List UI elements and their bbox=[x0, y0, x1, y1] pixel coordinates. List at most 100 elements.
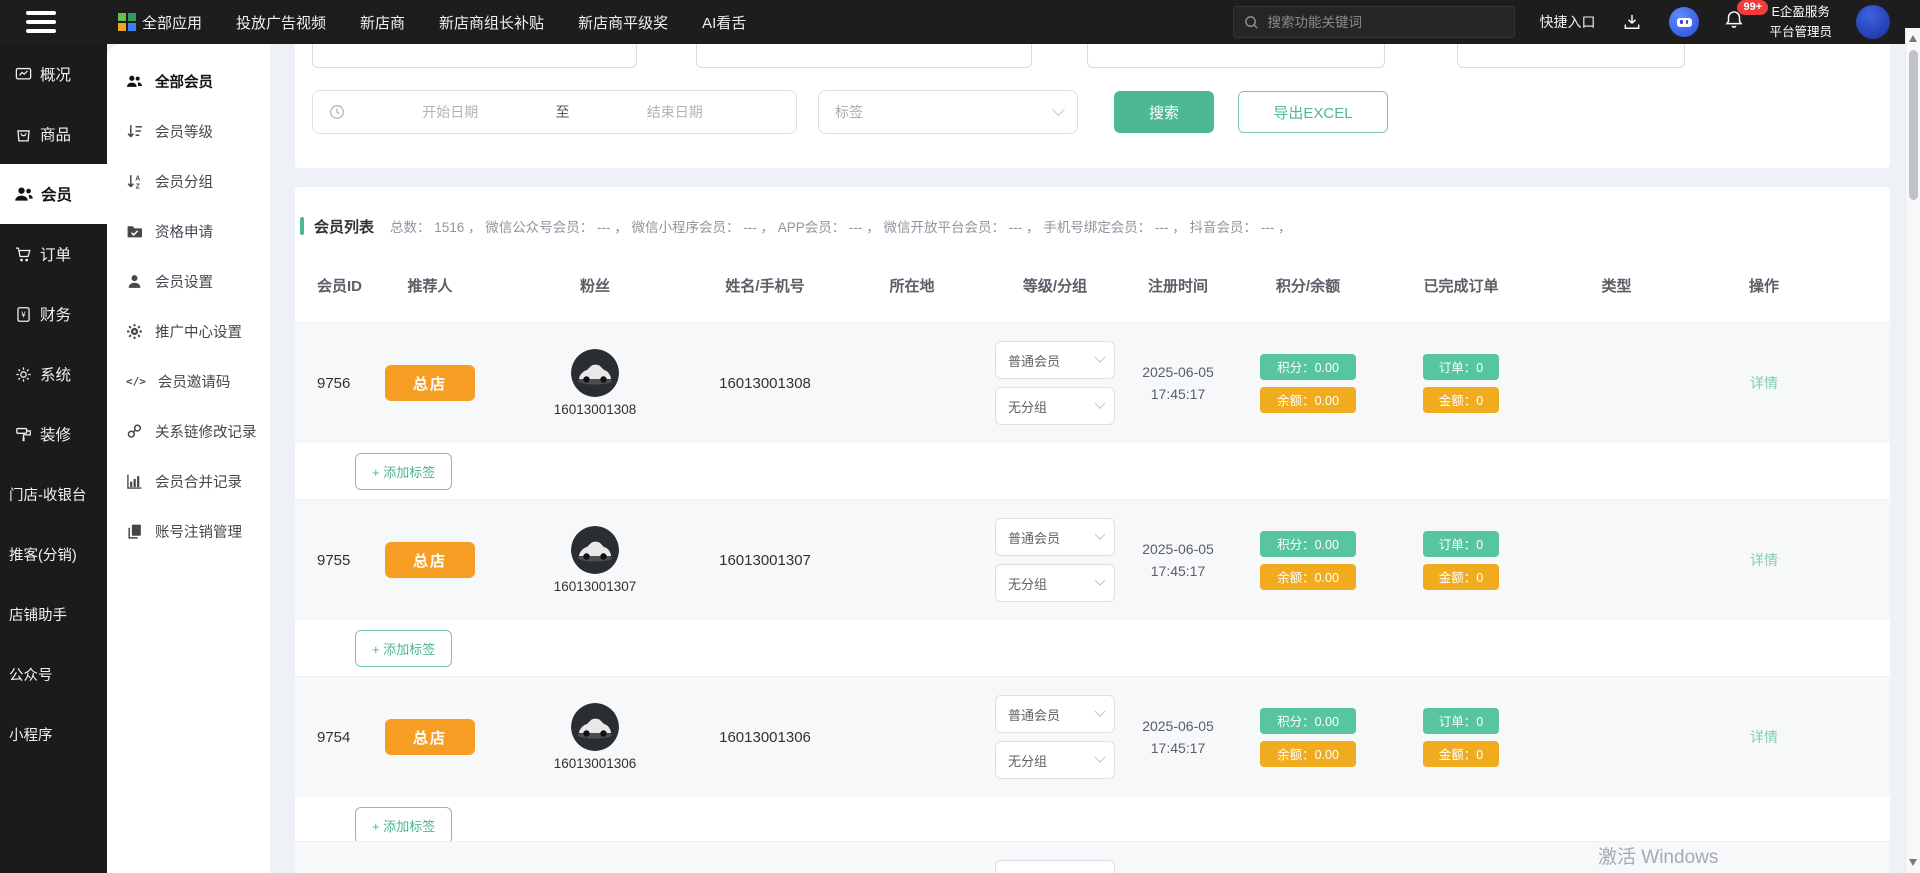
hamburger-menu-icon[interactable] bbox=[26, 11, 60, 33]
car-avatar[interactable] bbox=[571, 703, 619, 751]
submenu-item-member-group[interactable]: AZ 会员分组 bbox=[107, 156, 270, 206]
filter-input-cropped-1[interactable] bbox=[312, 44, 637, 68]
submenu-item-qualification[interactable]: 资格申请 bbox=[107, 206, 270, 256]
table-row: 9755 总店 16013001307 16013001307 普通会员 无分组… bbox=[295, 499, 1890, 676]
submenu-item-member-settings[interactable]: 会员设置 bbox=[107, 256, 270, 306]
level-group-cell: 普通会员 无分组 bbox=[995, 341, 1115, 425]
tag-filter-select[interactable]: 标签 bbox=[818, 90, 1078, 134]
amount-badge: 金额：0 bbox=[1423, 564, 1499, 590]
menu-item-ad-video[interactable]: 投放广告视频 bbox=[236, 12, 326, 33]
points-badge: 积分：0.00 bbox=[1260, 531, 1356, 557]
level-select[interactable]: 普通会员 bbox=[995, 695, 1115, 733]
submenu-item-all-members[interactable]: 全部会员 bbox=[107, 56, 270, 106]
referrer-badge: 总店 bbox=[385, 365, 475, 401]
svg-text:A: A bbox=[135, 175, 140, 182]
sidebar-item-goods[interactable]: 商品 bbox=[0, 104, 107, 164]
submenu-item-account-cancellation[interactable]: 账号注销管理 bbox=[107, 506, 270, 556]
member-submenu: 全部会员 会员等级 AZ 会员分组 资格申请 会员设置 推广中心设置 </> 会… bbox=[107, 44, 270, 873]
end-date-placeholder: 结束日期 bbox=[570, 102, 781, 122]
sidebar-item-official-account[interactable]: 公众号 bbox=[0, 644, 107, 704]
submenu-item-merge-log[interactable]: 会员合并记录 bbox=[107, 456, 270, 506]
quick-entry-link[interactable]: 快捷入口 bbox=[1539, 12, 1595, 32]
member-name-phone: 16013001308 bbox=[719, 375, 811, 392]
chevron-down-icon bbox=[1094, 575, 1105, 586]
menu-item-ai-tongue[interactable]: AI看舌 bbox=[702, 12, 746, 33]
sidebar-item-distribution[interactable]: 推客(分销) bbox=[0, 524, 107, 584]
robot-assistant-icon[interactable] bbox=[1669, 7, 1699, 37]
members-icon bbox=[14, 184, 34, 204]
goods-bag-icon bbox=[14, 125, 33, 144]
submenu-item-relation-log[interactable]: 关系链修改记录 bbox=[107, 406, 270, 456]
sidebar-item-overview[interactable]: 概况 bbox=[0, 44, 107, 104]
scroll-up-arrow[interactable] bbox=[1909, 35, 1917, 42]
search-icon bbox=[1244, 15, 1259, 30]
sidebar-item-members[interactable]: 会员 bbox=[0, 164, 107, 224]
search-button[interactable]: 搜索 bbox=[1114, 91, 1214, 133]
car-avatar[interactable] bbox=[571, 349, 619, 397]
list-summary-row: 会员列表 总数： 1516 ， 微信公众号会员： --- ， 微信小程序会员： … bbox=[295, 213, 1890, 239]
sidebar-item-decorate[interactable]: 装修 bbox=[0, 404, 107, 464]
start-date-placeholder: 开始日期 bbox=[345, 102, 556, 122]
sidebar-item-pos[interactable]: 门店-收银台 bbox=[0, 464, 107, 524]
chevron-down-icon bbox=[1094, 398, 1105, 409]
scrollbar-thumb[interactable] bbox=[1909, 50, 1918, 200]
orders-cell: 订单：0 金额：0 bbox=[1423, 708, 1499, 767]
menu-item-new-shop[interactable]: 新店商 bbox=[360, 12, 405, 33]
balance-badge: 余额：0.00 bbox=[1260, 387, 1356, 413]
detail-link[interactable]: 详情 bbox=[1750, 373, 1778, 393]
filter-input-cropped-3[interactable] bbox=[1087, 44, 1385, 68]
menu-item-label: 全部应用 bbox=[142, 12, 202, 33]
scroll-down-arrow[interactable] bbox=[1909, 859, 1917, 866]
car-avatar[interactable] bbox=[571, 526, 619, 574]
notifications-bell[interactable]: 99+ bbox=[1723, 9, 1745, 36]
table-header: 会员ID 推荐人 粉丝 姓名/手机号 所在地 等级/分组 注册时间 积分/余额 … bbox=[295, 267, 1890, 303]
group-select[interactable]: 无分组 bbox=[995, 741, 1115, 779]
submenu-item-promotion-center[interactable]: 推广中心设置 bbox=[107, 306, 270, 356]
filter-input-cropped-4[interactable] bbox=[1457, 44, 1685, 68]
menu-item-peer-award[interactable]: 新店商平级奖 bbox=[578, 12, 668, 33]
level-select[interactable] bbox=[995, 860, 1115, 873]
export-excel-button[interactable]: 导出EXCEL bbox=[1238, 91, 1388, 133]
submenu-item-member-level[interactable]: 会员等级 bbox=[107, 106, 270, 156]
paint-roller-icon bbox=[14, 425, 33, 444]
submenu-item-invite-code[interactable]: </> 会员邀请码 bbox=[107, 356, 270, 406]
tag-row: + 添加标签 bbox=[295, 620, 1890, 676]
download-icon[interactable] bbox=[1619, 9, 1645, 35]
group-select[interactable]: 无分组 bbox=[995, 564, 1115, 602]
topbar-search-box[interactable] bbox=[1233, 6, 1515, 38]
sidebar-item-mini-program[interactable]: 小程序 bbox=[0, 704, 107, 764]
points-badge: 积分：0.00 bbox=[1260, 354, 1356, 380]
register-time-cell: 2025-06-0517:45:17 bbox=[1142, 715, 1214, 760]
menu-item-leader-subsidy[interactable]: 新店商组长补贴 bbox=[439, 12, 544, 33]
sidebar-item-orders[interactable]: 订单 bbox=[0, 224, 107, 284]
level-select[interactable]: 普通会员 bbox=[995, 341, 1115, 379]
add-tag-button[interactable]: + 添加标签 bbox=[355, 807, 452, 844]
topbar: 全部应用 投放广告视频 新店商 新店商组长补贴 新店商平级奖 AI看舌 快捷入口… bbox=[0, 0, 1920, 44]
sidebar-item-finance[interactable]: ¥ 财务 bbox=[0, 284, 107, 344]
sidebar-item-shop-assistant[interactable]: 店铺助手 bbox=[0, 584, 107, 644]
gear-solid-icon bbox=[126, 323, 143, 340]
add-tag-button[interactable]: + 添加标签 bbox=[355, 453, 452, 490]
dashboard-icon bbox=[14, 65, 33, 84]
register-time-cell: 2025-06-0517:45:17 bbox=[1142, 538, 1214, 583]
orders-badge: 订单：0 bbox=[1423, 354, 1499, 380]
date-range-picker[interactable]: 开始日期 至 结束日期 bbox=[312, 90, 797, 134]
fans-cell: 16013001307 bbox=[554, 526, 637, 594]
level-group-cell: 普通会员 无分组 bbox=[995, 518, 1115, 602]
user-avatar[interactable] bbox=[1856, 5, 1890, 39]
group-select[interactable]: 无分组 bbox=[995, 387, 1115, 425]
gear-icon bbox=[14, 365, 33, 384]
page-scrollbar[interactable] bbox=[1905, 28, 1920, 873]
table-row: 9756 总店 16013001308 16013001308 普通会员 无分组… bbox=[295, 322, 1890, 499]
folder-check-icon bbox=[126, 223, 143, 240]
search-input[interactable] bbox=[1267, 15, 1504, 30]
menu-item-all-apps[interactable]: 全部应用 bbox=[118, 12, 202, 33]
orders-badge: 订单：0 bbox=[1423, 531, 1499, 557]
add-tag-button[interactable]: + 添加标签 bbox=[355, 630, 452, 667]
member-name-phone: 16013001307 bbox=[719, 552, 811, 569]
sidebar-item-system[interactable]: 系统 bbox=[0, 344, 107, 404]
detail-link[interactable]: 详情 bbox=[1750, 727, 1778, 747]
level-select[interactable]: 普通会员 bbox=[995, 518, 1115, 556]
filter-input-cropped-2[interactable] bbox=[696, 44, 1032, 68]
detail-link[interactable]: 详情 bbox=[1750, 550, 1778, 570]
